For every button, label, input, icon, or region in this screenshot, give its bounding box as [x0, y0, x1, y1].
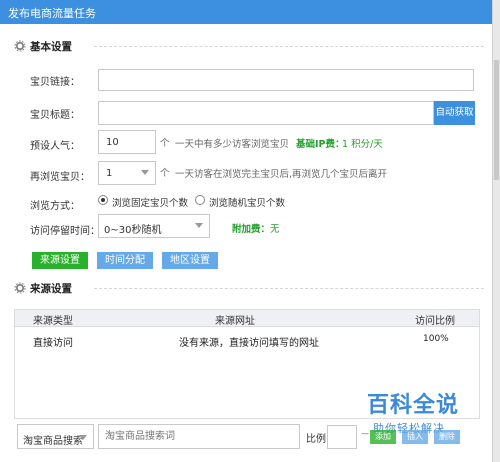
ratio-dash: —: [361, 429, 369, 438]
delete-button[interactable]: 删除: [434, 430, 460, 444]
extra-fee-value: 无: [270, 224, 280, 235]
auto-fetch-button[interactable]: 自动获取: [434, 101, 475, 125]
ratio-input[interactable]: [327, 425, 357, 449]
scrollbar[interactable]: [492, 0, 500, 462]
basic-settings-header: 基本设置: [14, 39, 484, 55]
radio-random-count[interactable]: [195, 195, 205, 205]
ip-fee-value: 1 积分/天: [342, 139, 383, 150]
extra-fee-label: 附加费：: [232, 224, 271, 235]
source-settings-title: 来源设置: [30, 283, 72, 295]
keyword-input[interactable]: [98, 424, 300, 449]
rebrowse-hint: 一天访客在浏览完主宝贝后,再浏览几个宝贝后离开: [175, 169, 388, 180]
popularity-label: 预设人气：: [30, 141, 80, 152]
popularity-hint: 一天中有多少访客浏览宝贝: [175, 139, 290, 150]
radio-fixed-count[interactable]: [98, 195, 108, 205]
title-label: 宝贝标题：: [30, 110, 80, 121]
gear-icon: [14, 282, 26, 294]
browse-mode-label: 浏览方式：: [30, 201, 80, 212]
insert-button[interactable]: 插入: [402, 430, 428, 444]
cell-source-url: 没有来源，直接访问填写的网址: [179, 338, 319, 349]
tab-region-settings[interactable]: 地区设置: [162, 252, 218, 269]
ratio-label: 比例:: [306, 434, 330, 445]
rebrowse-value: 1: [106, 168, 113, 179]
basic-settings-title: 基本设置: [30, 41, 72, 53]
rebrowse-stepper[interactable]: 1: [98, 161, 156, 185]
link-input[interactable]: [98, 69, 474, 91]
tab-time-allocation[interactable]: 时间分配: [97, 252, 153, 269]
link-label: 宝贝链接：: [30, 77, 80, 88]
add-button[interactable]: 添加: [370, 430, 396, 444]
gear-icon: [14, 40, 26, 52]
watermark-title: 百科全说: [367, 393, 460, 418]
divider: [94, 288, 484, 289]
rebrowse-unit: 个: [160, 168, 170, 179]
cell-visit-ratio: 100%: [423, 334, 449, 344]
popularity-unit: 个: [160, 138, 170, 149]
stay-time-value: 0~30秒随机: [104, 225, 162, 236]
popularity-input[interactable]: 10: [98, 130, 156, 154]
rebrowse-label: 再浏览宝贝：: [30, 172, 90, 183]
radio-fixed-count-label: 浏览固定宝贝个数: [112, 198, 189, 209]
chevron-down-icon: [195, 223, 203, 228]
column-source-type: 来源类型: [33, 316, 73, 327]
chevron-down-icon[interactable]: [141, 170, 149, 175]
column-source-url: 来源网址: [215, 316, 255, 327]
table-header: 来源类型 来源网址 访问比例: [15, 310, 479, 327]
stay-time-select[interactable]: 0~30秒随机: [98, 214, 210, 238]
divider: [94, 46, 484, 47]
window-title: 发布电商流量任务: [8, 7, 96, 20]
table-row[interactable]: 直接访问 没有来源，直接访问填写的网址 100%: [15, 327, 479, 351]
tab-source-settings[interactable]: 来源设置: [32, 252, 88, 269]
popularity-value: 10: [106, 137, 119, 148]
window-titlebar: 发布电商流量任务: [0, 0, 492, 24]
source-settings-header: 来源设置: [14, 281, 484, 297]
column-visit-ratio: 访问比例: [415, 316, 455, 327]
source-type-value: 淘宝商品搜索: [23, 436, 83, 447]
radio-random-count-label: 浏览随机宝贝个数: [209, 198, 286, 209]
watermark: 百科全说 助你轻松解决: [367, 387, 459, 436]
title-input[interactable]: [98, 101, 434, 125]
stay-time-label: 访问停留时间：: [30, 226, 100, 237]
scrollbar-thumb[interactable]: [494, 60, 499, 180]
cell-source-type: 直接访问: [33, 338, 73, 349]
chevron-down-icon: [79, 435, 87, 440]
ip-fee-label: 基础IP费：: [296, 139, 345, 150]
source-type-select[interactable]: 淘宝商品搜索: [17, 424, 94, 449]
